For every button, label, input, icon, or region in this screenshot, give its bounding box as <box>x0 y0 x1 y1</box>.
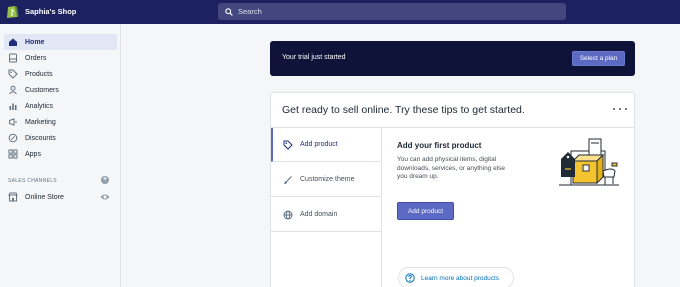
trial-banner: Your trial just started Select a plan <box>270 41 635 76</box>
tab-customize-theme[interactable]: Customize theme <box>271 163 381 197</box>
search-bar[interactable] <box>218 3 566 20</box>
tag-icon <box>283 140 293 150</box>
sales-channels-header: SALES CHANNELS <box>8 178 57 184</box>
marketing-icon <box>9 118 17 126</box>
trial-text: Your trial just started <box>282 54 346 61</box>
analytics-icon <box>9 103 17 110</box>
online-store-icon <box>8 192 18 202</box>
store-brand[interactable]: Saphia's Shop <box>6 4 76 19</box>
sidebar-item-label: Apps <box>25 150 41 158</box>
tab-add-domain[interactable]: Add domain <box>271 198 381 232</box>
help-circle-icon <box>405 273 415 283</box>
sidebar-item-customers[interactable]: Customers <box>4 82 117 98</box>
sidebar-item-marketing[interactable]: Marketing <box>4 114 117 130</box>
tips-card-title: Get ready to sell online. Try these tips… <box>282 104 525 116</box>
learn-more-link[interactable]: Learn more about products <box>398 267 514 287</box>
sidebar-item-discounts[interactable]: Discounts <box>4 130 117 146</box>
sidebar: Home Orders Products Customers Analytics… <box>0 24 121 287</box>
brush-icon <box>284 175 292 184</box>
home-icon <box>9 38 17 46</box>
search-icon <box>225 7 233 16</box>
tab-label: Customize theme <box>300 176 355 183</box>
search-input[interactable] <box>238 7 538 16</box>
top-bar: Saphia's Shop <box>0 0 680 24</box>
add-sales-channel-icon[interactable]: + <box>101 176 109 184</box>
sidebar-item-products[interactable]: Products <box>4 66 117 82</box>
orders-icon <box>9 53 17 63</box>
content-heading: Add your first product <box>397 141 482 150</box>
discounts-icon <box>8 133 18 143</box>
learn-more-label: Learn more about products <box>421 274 500 282</box>
tips-tabs: Add product Customize theme Add domain <box>271 128 382 287</box>
sidebar-item-apps[interactable]: Apps <box>4 146 117 162</box>
sidebar-item-home[interactable]: Home <box>4 34 117 50</box>
products-icon <box>8 69 18 79</box>
content-description: You can add physical items, digital down… <box>397 156 506 180</box>
globe-icon <box>283 210 293 219</box>
sidebar-item-label: Home <box>25 38 45 46</box>
product-illustration <box>559 138 619 186</box>
sidebar-item-label: Customers <box>25 86 59 94</box>
select-plan-button[interactable]: Select a plan <box>572 51 625 66</box>
sidebar-item-label: Online Store <box>25 193 64 201</box>
customers-icon <box>9 85 17 95</box>
tips-card: Get ready to sell online. Try these tips… <box>270 92 635 287</box>
store-name: Saphia's Shop <box>25 7 77 16</box>
more-options-icon[interactable] <box>613 106 627 112</box>
apps-icon <box>8 149 18 159</box>
add-product-button[interactable]: Add product <box>397 202 454 220</box>
sidebar-item-label: Marketing <box>25 118 56 126</box>
eye-icon[interactable] <box>100 193 110 201</box>
sidebar-item-label: Discounts <box>25 134 56 142</box>
tab-label: Add product <box>300 141 338 148</box>
sidebar-item-label: Products <box>25 70 53 78</box>
tab-label: Add domain <box>300 211 338 218</box>
sidebar-item-orders[interactable]: Orders <box>4 50 117 66</box>
tab-add-product[interactable]: Add product <box>271 128 381 162</box>
sidebar-item-analytics[interactable]: Analytics <box>4 98 117 114</box>
shopify-logo-icon <box>7 6 19 18</box>
sidebar-item-label: Analytics <box>25 102 54 110</box>
sidebar-item-label: Orders <box>25 54 47 62</box>
